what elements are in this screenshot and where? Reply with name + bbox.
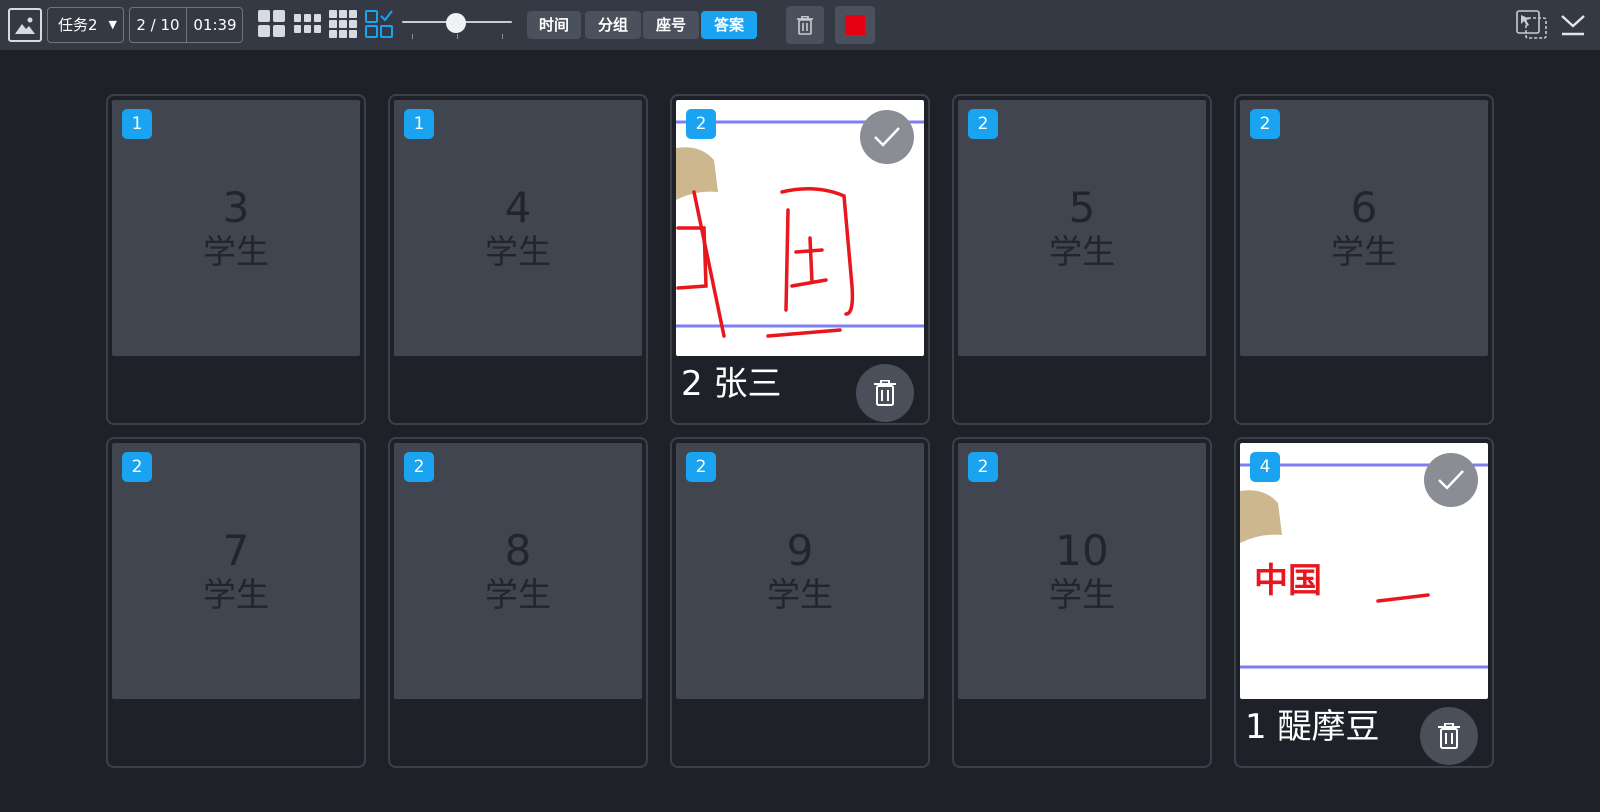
sort-group-button[interactable]: 分组 <box>585 11 641 39</box>
group-badge: 2 <box>1250 109 1280 139</box>
top-toolbar: 任务2 ▼ 2 / 10 01:39 时间 分组 座号 答案 <box>0 0 1600 50</box>
delete-button[interactable] <box>856 364 914 422</box>
student-card[interactable]: 7 学生 2 <box>106 437 366 768</box>
slider-tick <box>457 34 458 39</box>
slider-tick <box>502 34 503 39</box>
image-icon[interactable] <box>8 8 42 42</box>
collapse-icon[interactable] <box>1560 12 1586 42</box>
role-label: 学生 <box>1049 232 1115 271</box>
submission-counter: 2 / 10 <box>130 8 187 42</box>
printed-answer-text: 中国 <box>1254 561 1322 601</box>
role-label: 学生 <box>203 232 269 271</box>
group-badge: 2 <box>122 452 152 482</box>
timer: 01:39 <box>193 16 237 34</box>
student-card[interactable]: 4 学生 1 <box>388 94 648 425</box>
student-card[interactable]: 8 学生 2 <box>388 437 648 768</box>
select-region-icon[interactable] <box>1516 10 1548 44</box>
grid-2x2-icon[interactable] <box>258 10 286 42</box>
trash-icon <box>874 380 896 406</box>
sort-time-button[interactable]: 时间 <box>527 11 581 39</box>
slider-knob[interactable] <box>446 13 466 33</box>
seat-number: 3 <box>222 183 250 232</box>
student-card[interactable]: 5 学生 2 <box>952 94 1212 425</box>
grid-3x2-icon[interactable] <box>294 14 321 38</box>
seat-number: 9 <box>786 526 814 575</box>
selected-grid-icon[interactable] <box>365 10 393 42</box>
slider-tick <box>412 34 413 39</box>
seat-number: 10 <box>1055 526 1109 575</box>
role-label: 学生 <box>203 575 269 614</box>
delete-button[interactable] <box>1420 707 1478 765</box>
group-badge: 2 <box>404 452 434 482</box>
group-badge: 4 <box>1250 452 1280 482</box>
mark-correct-button[interactable] <box>860 110 914 164</box>
mark-correct-button[interactable] <box>1424 453 1478 507</box>
group-badge: 1 <box>404 109 434 139</box>
grid-3x3-icon[interactable] <box>329 10 357 42</box>
role-label: 学生 <box>1049 575 1115 614</box>
seat-number: 7 <box>222 526 250 575</box>
seat-number: 5 <box>1068 183 1096 232</box>
group-badge: 1 <box>122 109 152 139</box>
delete-all-button[interactable] <box>786 6 824 44</box>
group-badge: 2 <box>686 452 716 482</box>
group-badge: 2 <box>686 109 716 139</box>
student-card[interactable]: 3 学生 1 <box>106 94 366 425</box>
student-card[interactable]: 10 学生 2 <box>952 437 1212 768</box>
student-card[interactable]: 9 学生 2 <box>670 437 930 768</box>
role-label: 学生 <box>1331 232 1397 271</box>
student-card-submitted[interactable]: 中国 4 1 醍摩豆 <box>1234 437 1494 768</box>
chevron-down-icon: ▼ <box>108 18 117 31</box>
seat-number: 4 <box>504 183 532 232</box>
stop-icon <box>845 15 865 35</box>
student-card-submitted[interactable]: 2 2 张三 <box>670 94 930 425</box>
group-badge: 2 <box>968 109 998 139</box>
stop-button[interactable] <box>835 6 875 44</box>
task-select[interactable]: 任务2 ▼ <box>47 7 124 43</box>
role-label: 学生 <box>485 575 551 614</box>
zoom-slider[interactable] <box>402 12 512 40</box>
sort-answer-button[interactable]: 答案 <box>701 11 757 39</box>
student-name: 1 醍摩豆 <box>1245 707 1380 747</box>
role-label: 学生 <box>767 575 833 614</box>
group-badge: 2 <box>968 452 998 482</box>
trash-icon <box>1438 723 1460 749</box>
submission-status: 2 / 10 01:39 <box>129 7 243 43</box>
seat-number: 6 <box>1350 183 1378 232</box>
role-label: 学生 <box>485 232 551 271</box>
sort-seat-button[interactable]: 座号 <box>643 11 699 39</box>
student-name: 2 张三 <box>681 364 782 404</box>
seat-number: 8 <box>504 526 532 575</box>
student-card[interactable]: 6 学生 2 <box>1234 94 1494 425</box>
task-select-value: 任务2 <box>58 16 98 34</box>
